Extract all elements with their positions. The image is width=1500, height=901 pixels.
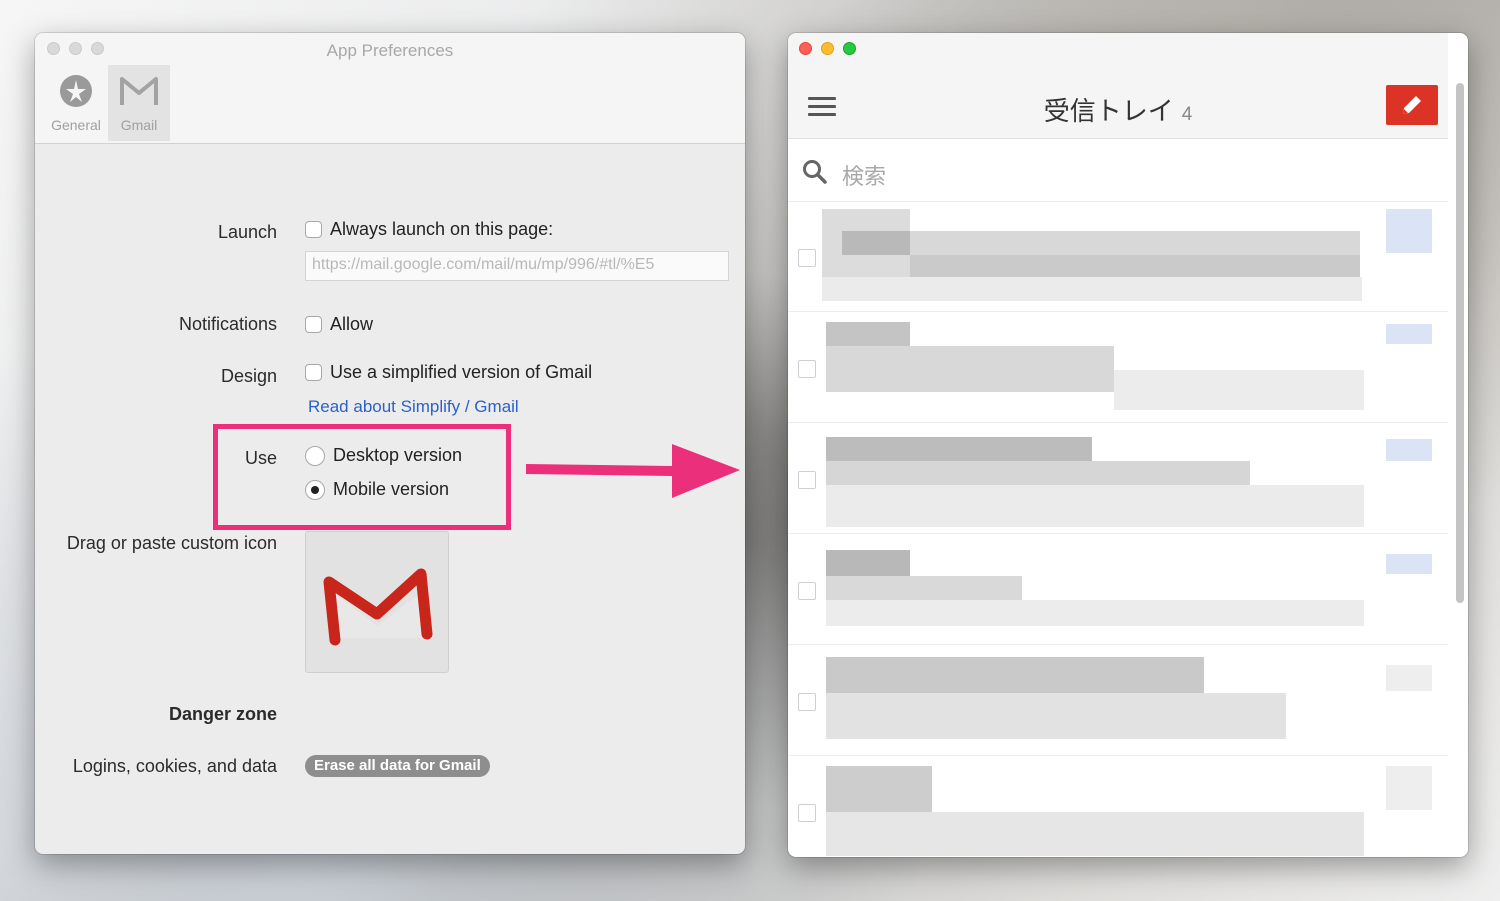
- danger-zone-heading: Danger zone: [168, 704, 277, 724]
- design-checkbox-label: Use a simplified version of Gmail: [330, 362, 593, 382]
- highlight-box: [213, 424, 511, 530]
- pointer-arrow: [526, 444, 740, 498]
- simplify-link[interactable]: Read about Simplify / Gmail: [308, 397, 519, 417]
- message-checkbox[interactable]: [798, 582, 816, 600]
- custom-icon-drop-well[interactable]: [305, 531, 449, 673]
- unread-count: 4: [1181, 104, 1193, 125]
- gmail-header: 受信トレイ 4: [788, 33, 1448, 139]
- message-row[interactable]: [788, 312, 1448, 423]
- design-option[interactable]: Use a simplified version of Gmail: [305, 362, 592, 383]
- search-bar[interactable]: 検索: [788, 139, 1448, 202]
- toolbar-gmail-label: Gmail: [120, 117, 158, 133]
- preferences-titlebar: App Preferences General Gmail: [35, 33, 745, 144]
- launch-option[interactable]: Always launch on this page:: [305, 219, 553, 240]
- inbox-title: 受信トレイ: [1043, 96, 1174, 126]
- gmail-close-button[interactable]: [799, 42, 812, 55]
- window-title: App Preferences: [326, 41, 454, 60]
- launch-url-field[interactable]: https://mail.google.com/mail/mu/mp/996/#…: [305, 251, 729, 281]
- pencil-icon: [1403, 96, 1421, 114]
- design-label: Design: [220, 366, 277, 386]
- message-checkbox[interactable]: [798, 804, 816, 822]
- search-icon: [803, 160, 827, 184]
- notifications-option[interactable]: Allow: [305, 314, 373, 335]
- toolbar-gmail-button[interactable]: Gmail: [108, 65, 170, 141]
- toolbar-general-button[interactable]: General: [45, 65, 107, 141]
- launch-label: Launch: [217, 222, 277, 242]
- message-checkbox[interactable]: [798, 471, 816, 489]
- message-row[interactable]: [788, 756, 1448, 857]
- message-row[interactable]: [788, 534, 1448, 645]
- message-row[interactable]: [788, 645, 1448, 756]
- message-checkbox[interactable]: [798, 249, 816, 267]
- inbox-heading: 受信トレイ 4: [788, 91, 1448, 128]
- erase-data-button[interactable]: Erase all data for Gmail: [305, 755, 490, 777]
- gmail-window: 受信トレイ 4 検索: [788, 33, 1468, 857]
- launch-checkbox-label: Always launch on this page:: [330, 219, 554, 239]
- compose-button[interactable]: [1386, 85, 1438, 125]
- design-checkbox[interactable]: [305, 364, 322, 381]
- general-icon: [60, 75, 92, 107]
- notifications-checkbox[interactable]: [305, 316, 322, 333]
- gmail-minimize-button[interactable]: [821, 42, 834, 55]
- message-row[interactable]: [788, 201, 1448, 312]
- gmail-window-controls: [799, 42, 856, 55]
- message-checkbox[interactable]: [798, 360, 816, 378]
- gmail-zoom-button[interactable]: [843, 42, 856, 55]
- gmail-m-icon: [120, 77, 158, 105]
- search-placeholder: 検索: [842, 164, 887, 189]
- custom-icon-label: Drag or paste custom icon: [66, 533, 277, 553]
- message-checkbox[interactable]: [798, 693, 816, 711]
- scrollbar[interactable]: [1456, 83, 1464, 603]
- gmail-logo-icon: [323, 568, 433, 646]
- notifications-label: Notifications: [178, 314, 277, 334]
- toolbar-general-label: General: [51, 117, 101, 133]
- data-label: Logins, cookies, and data: [72, 756, 277, 776]
- notifications-checkbox-label: Allow: [330, 314, 374, 334]
- message-list: [788, 201, 1448, 857]
- message-row[interactable]: [788, 423, 1448, 534]
- launch-checkbox[interactable]: [305, 221, 322, 238]
